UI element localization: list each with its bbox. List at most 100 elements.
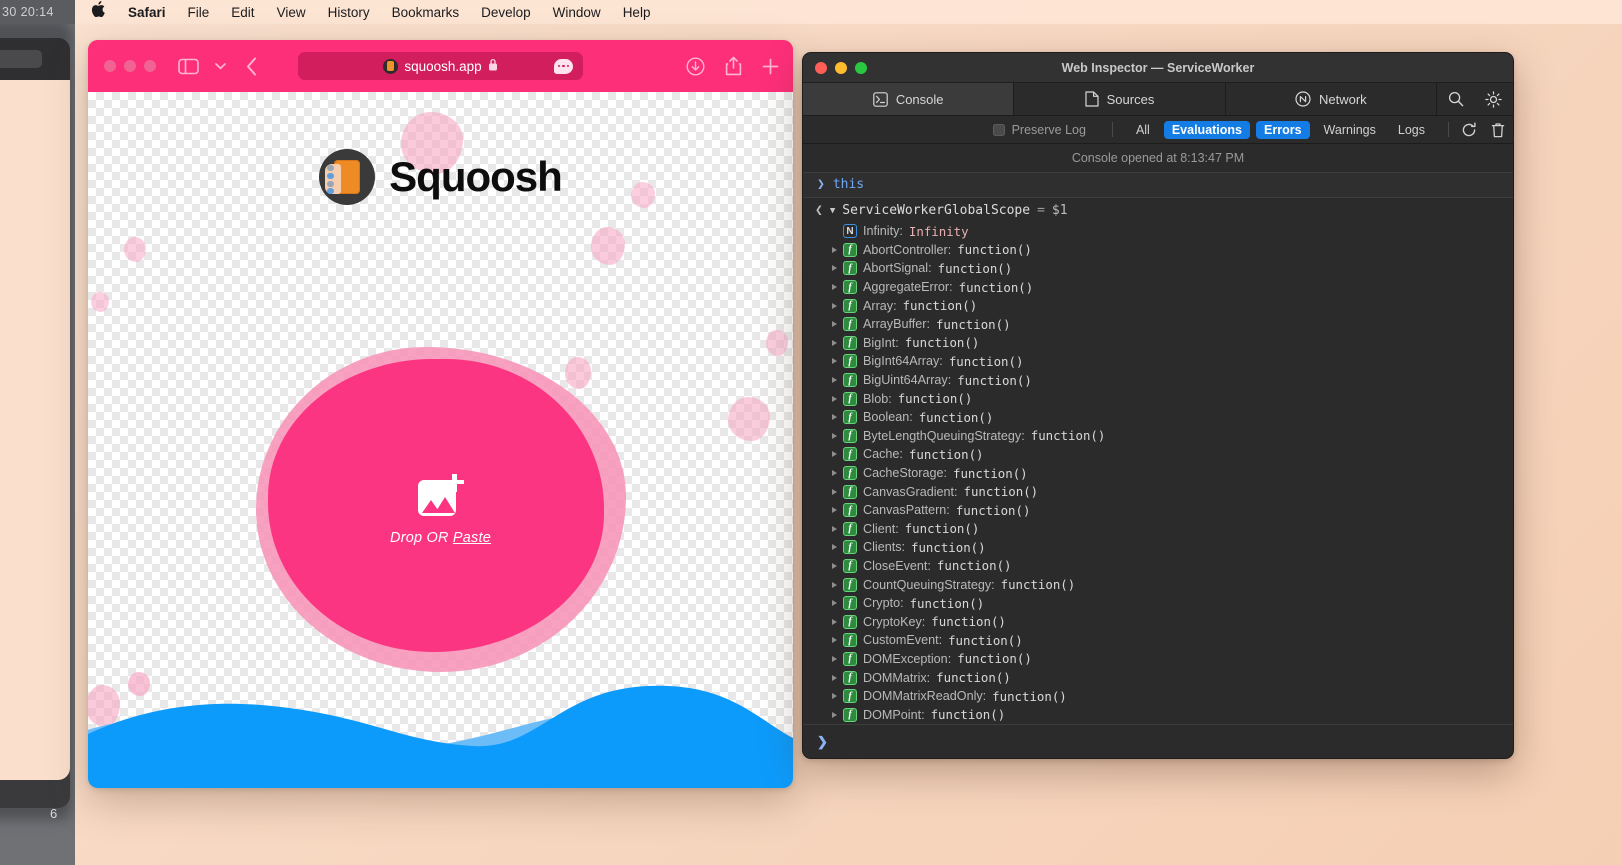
inspector-search-icon[interactable] xyxy=(1437,83,1475,115)
menu-file[interactable]: File xyxy=(177,5,221,20)
disclosure-triangle-icon[interactable] xyxy=(832,619,837,625)
preserve-log-checkbox[interactable] xyxy=(993,124,1005,136)
object-property-row[interactable]: fCloseEvent:function() xyxy=(803,557,1513,576)
disclosure-triangle-open-icon[interactable]: ▼ xyxy=(830,206,835,216)
object-property-row[interactable]: fDOMPoint:function() xyxy=(803,705,1513,724)
filter-errors[interactable]: Errors xyxy=(1256,121,1310,139)
disclosure-triangle-icon[interactable] xyxy=(832,712,837,718)
object-property-row[interactable]: fArray:function() xyxy=(803,296,1513,315)
menu-view[interactable]: View xyxy=(266,5,317,20)
object-property-row[interactable]: fCrypto:function() xyxy=(803,594,1513,613)
clear-console-trash-icon[interactable] xyxy=(1491,122,1505,138)
filter-warnings[interactable]: Warnings xyxy=(1316,121,1384,139)
disclosure-triangle-icon[interactable] xyxy=(832,265,837,271)
object-property-row[interactable]: fBigInt:function() xyxy=(803,334,1513,353)
new-tab-icon[interactable] xyxy=(762,58,779,75)
disclosure-triangle-icon[interactable] xyxy=(832,544,837,550)
zoom-button[interactable] xyxy=(144,60,156,72)
menu-edit[interactable]: Edit xyxy=(220,5,265,20)
object-property-list[interactable]: NInfinity:InfinityfAbortController:funct… xyxy=(803,222,1513,724)
object-property-row[interactable]: fDOMMatrixReadOnly:function() xyxy=(803,687,1513,706)
console-result-header[interactable]: ❮ ▼ ServiceWorkerGlobalScope = $1 xyxy=(803,198,1513,222)
disclosure-triangle-icon[interactable] xyxy=(832,247,837,253)
minimize-button[interactable] xyxy=(124,60,136,72)
object-property-row[interactable]: fClient:function() xyxy=(803,520,1513,539)
inspector-settings-gear-icon[interactable] xyxy=(1475,83,1513,115)
console-output[interactable]: Console opened at 8:13:47 PM ❯ this ❮ ▼ … xyxy=(803,145,1513,724)
disclosure-triangle-icon[interactable] xyxy=(832,675,837,681)
filter-all[interactable]: All xyxy=(1128,121,1158,139)
object-property-row[interactable]: fCacheStorage:function() xyxy=(803,464,1513,483)
clear-on-reload-icon[interactable] xyxy=(1461,122,1477,138)
disclosure-triangle-icon[interactable] xyxy=(832,433,837,439)
background-window[interactable]: 30 20:14 6 xyxy=(0,0,75,865)
disclosure-triangle-icon[interactable] xyxy=(832,600,837,606)
image-dropzone[interactable]: Drop OR Paste xyxy=(256,347,626,672)
chevron-down-icon[interactable] xyxy=(215,62,226,70)
share-icon[interactable] xyxy=(725,56,742,76)
object-property-row[interactable]: fByteLengthQueuingStrategy:function() xyxy=(803,427,1513,446)
object-property-row[interactable]: fDOMMatrix:function() xyxy=(803,668,1513,687)
disclosure-triangle-icon[interactable] xyxy=(832,358,837,364)
disclosure-triangle-icon[interactable] xyxy=(832,637,837,643)
disclosure-triangle-icon[interactable] xyxy=(832,303,837,309)
object-property-row[interactable]: fBigInt64Array:function() xyxy=(803,352,1513,371)
object-property-row[interactable]: fClients:function() xyxy=(803,538,1513,557)
disclosure-triangle-icon[interactable] xyxy=(832,507,837,513)
object-property-row[interactable]: fCanvasGradient:function() xyxy=(803,482,1513,501)
squoosh-page-content[interactable]: Squoosh Drop OR Paste xyxy=(88,92,793,788)
tab-console[interactable]: Console xyxy=(803,83,1014,115)
object-property-row[interactable]: fCache:function() xyxy=(803,445,1513,464)
safari-window[interactable]: squoosh.app xyxy=(88,40,793,788)
disclosure-triangle-icon[interactable] xyxy=(832,470,837,476)
console-evaluated-expression[interactable]: ❯ this xyxy=(803,173,1513,198)
disclosure-triangle-icon[interactable] xyxy=(832,451,837,457)
address-bar[interactable]: squoosh.app xyxy=(298,52,583,80)
back-button-icon[interactable] xyxy=(246,57,257,76)
menu-bookmarks[interactable]: Bookmarks xyxy=(381,5,471,20)
object-property-row[interactable]: fBoolean:function() xyxy=(803,408,1513,427)
disclosure-triangle-icon[interactable] xyxy=(832,284,837,290)
disclosure-triangle-icon[interactable] xyxy=(832,582,837,588)
safari-traffic-lights[interactable] xyxy=(104,60,156,72)
reader-menu-icon[interactable] xyxy=(554,59,573,74)
menu-history[interactable]: History xyxy=(317,5,381,20)
menu-develop[interactable]: Develop xyxy=(470,5,542,20)
downloads-icon[interactable] xyxy=(686,57,705,76)
tab-sources[interactable]: Sources xyxy=(1014,83,1225,115)
console-input-prompt[interactable]: ❯ xyxy=(803,724,1513,758)
menu-window[interactable]: Window xyxy=(542,5,612,20)
object-property-row[interactable]: fAbortSignal:function() xyxy=(803,259,1513,278)
object-property-row[interactable]: NInfinity:Infinity xyxy=(803,222,1513,241)
disclosure-triangle-icon[interactable] xyxy=(832,563,837,569)
object-property-row[interactable]: fCustomEvent:function() xyxy=(803,631,1513,650)
menu-help[interactable]: Help xyxy=(612,5,662,20)
disclosure-triangle-icon[interactable] xyxy=(832,526,837,532)
object-property-row[interactable]: fArrayBuffer:function() xyxy=(803,315,1513,334)
object-property-row[interactable]: fBigUint64Array:function() xyxy=(803,371,1513,390)
sidebar-toggle-icon[interactable] xyxy=(178,58,199,75)
close-button[interactable] xyxy=(104,60,116,72)
apple-menu-icon[interactable] xyxy=(87,1,117,21)
disclosure-triangle-icon[interactable] xyxy=(832,321,837,327)
tab-network[interactable]: Network xyxy=(1226,83,1437,115)
object-property-row[interactable]: fAggregateError:function() xyxy=(803,278,1513,297)
object-property-row[interactable]: fCanvasPattern:function() xyxy=(803,501,1513,520)
filter-logs[interactable]: Logs xyxy=(1390,121,1433,139)
disclosure-triangle-icon[interactable] xyxy=(832,656,837,662)
disclosure-triangle-icon[interactable] xyxy=(832,340,837,346)
disclosure-triangle-icon[interactable] xyxy=(832,377,837,383)
disclosure-triangle-icon[interactable] xyxy=(832,396,837,402)
object-property-row[interactable]: fAbortController:function() xyxy=(803,241,1513,260)
paste-link[interactable]: Paste xyxy=(453,530,491,546)
menu-safari[interactable]: Safari xyxy=(117,5,177,20)
object-property-row[interactable]: fCountQueuingStrategy:function() xyxy=(803,575,1513,594)
object-property-row[interactable]: fCryptoKey:function() xyxy=(803,612,1513,631)
filter-evaluations[interactable]: Evaluations xyxy=(1164,121,1250,139)
disclosure-triangle-icon[interactable] xyxy=(832,414,837,420)
disclosure-triangle-icon[interactable] xyxy=(832,693,837,699)
object-property-row[interactable]: fBlob:function() xyxy=(803,389,1513,408)
disclosure-triangle-icon[interactable] xyxy=(832,489,837,495)
web-inspector-window[interactable]: Web Inspector — ServiceWorker Console So… xyxy=(802,52,1514,759)
object-property-row[interactable]: fDOMException:function() xyxy=(803,650,1513,669)
